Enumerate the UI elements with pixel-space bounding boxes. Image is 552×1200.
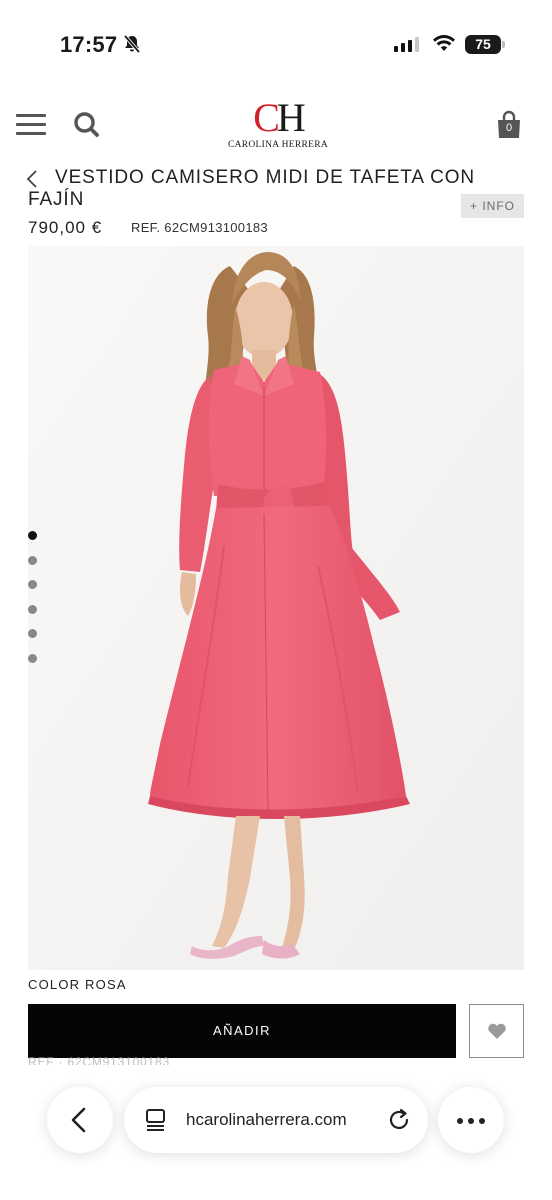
ghost-reference: REF · 62CM913100183 — [28, 1055, 170, 1065]
add-to-cart-button[interactable]: AÑADIR — [28, 1004, 456, 1058]
image-dot-3[interactable] — [28, 580, 37, 590]
image-dot-4[interactable] — [28, 604, 37, 614]
browser-address-bar[interactable]: hcarolinaherrera.com — [124, 1087, 428, 1153]
image-pagination — [28, 531, 40, 679]
product-price: 790,00 € — [28, 218, 103, 237]
battery-nub — [502, 41, 505, 48]
status-bar: 17:57 75 — [0, 0, 552, 90]
logo-wordmark: CAROLINA HERRERA — [227, 140, 329, 150]
image-dot-1[interactable] — [28, 531, 37, 540]
site-header: CH CAROLINA HERRERA 0 — [0, 92, 552, 158]
product-reference: REF. 62CM913100183 — [131, 220, 268, 235]
browser-back-button[interactable] — [47, 1087, 113, 1153]
reload-icon[interactable] — [386, 1107, 412, 1133]
browser-url[interactable]: hcarolinaherrera.com — [186, 1110, 347, 1130]
product-title: VESTIDO CAMISERO MIDI DE TAFETA CON FAJÍ… — [28, 167, 475, 210]
wishlist-button[interactable] — [469, 1004, 524, 1058]
bell-slash-icon — [123, 34, 141, 54]
product-image[interactable] — [28, 246, 524, 970]
heart-icon — [488, 1023, 506, 1039]
brand-logo[interactable]: CH CAROLINA HERRERA — [220, 95, 336, 151]
logo-monogram: CH — [253, 95, 306, 140]
cellular-signal-icon — [394, 36, 419, 52]
image-dot-6[interactable] — [28, 653, 37, 663]
hamburger-menu-icon[interactable] — [16, 114, 46, 136]
status-time: 17:57 — [60, 32, 118, 57]
color-label: COLOR ROSA — [28, 977, 127, 992]
more-info-button[interactable]: + INFO — [461, 194, 524, 218]
image-dot-5[interactable] — [28, 629, 37, 639]
back-arrow-icon — [71, 1107, 86, 1133]
shopping-bag-icon[interactable]: 0 — [496, 110, 522, 145]
search-icon[interactable] — [72, 110, 102, 140]
tabs-icon[interactable] — [144, 1107, 168, 1133]
cart-count: 0 — [505, 122, 513, 134]
battery-icon: 75 — [465, 35, 501, 54]
more-icon[interactable] — [438, 1087, 504, 1153]
dress-illustration — [28, 246, 524, 970]
wifi-icon — [433, 35, 455, 51]
image-dot-2[interactable] — [28, 555, 37, 565]
